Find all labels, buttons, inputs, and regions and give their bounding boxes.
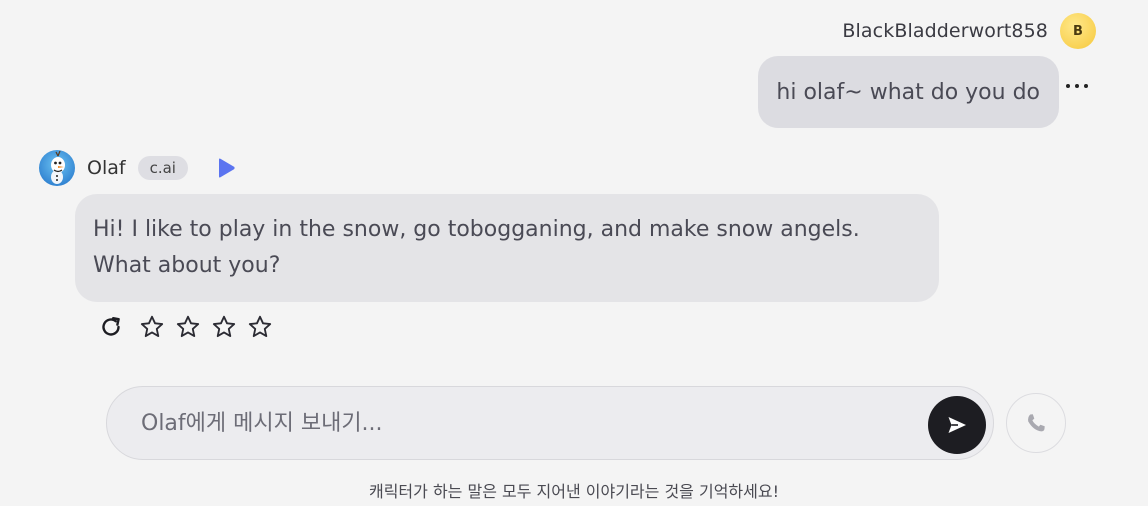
send-icon [948,417,966,433]
play-icon[interactable] [216,157,236,179]
refresh-icon[interactable] [99,315,123,339]
user-message-bubble: hi olaf~ what do you do [758,56,1059,128]
message-actions [99,314,273,340]
ellipsis-icon [1066,84,1070,88]
bot-badge: c.ai [137,156,188,180]
message-composer [106,386,994,460]
star-icon[interactable] [247,314,273,340]
message-input[interactable] [141,387,901,459]
bot-message-text-line: What about you? [93,253,281,278]
ellipsis-icon-dot [1075,84,1079,88]
send-button[interactable] [928,396,986,454]
user-message-text: hi olaf~ what do you do [776,79,1040,105]
snowman-icon [51,150,65,184]
bot-message-bubble: Hi! I like to play in the snow, go tobog… [75,194,939,302]
call-button[interactable] [1006,393,1066,453]
bot-avatar[interactable] [39,150,75,186]
user-avatar-initial: B [1073,23,1083,39]
star-icon[interactable] [211,314,237,340]
user-name: BlackBladderwort858 [842,20,1048,42]
star-icon[interactable] [175,314,201,340]
disclaimer-text: 캐릭터가 하는 말은 모두 지어낸 이야기라는 것을 기억하세요! [368,482,780,501]
ellipsis-icon-dot [1084,84,1088,88]
phone-icon [1028,414,1045,432]
user-message-header: BlackBladderwort858 B [842,13,1096,49]
bot-name[interactable]: Olaf [87,157,126,179]
message-more-button[interactable] [1066,78,1088,94]
user-avatar[interactable]: B [1060,13,1096,49]
bot-message-header: Olaf c.ai [39,150,236,186]
chat-page: BlackBladderwort858 B hi olaf~ what do y… [0,0,1148,506]
star-icon[interactable] [139,314,165,340]
star-rating [139,314,273,340]
bot-message-text-line: Hi! I like to play in the snow, go tobog… [93,217,860,242]
